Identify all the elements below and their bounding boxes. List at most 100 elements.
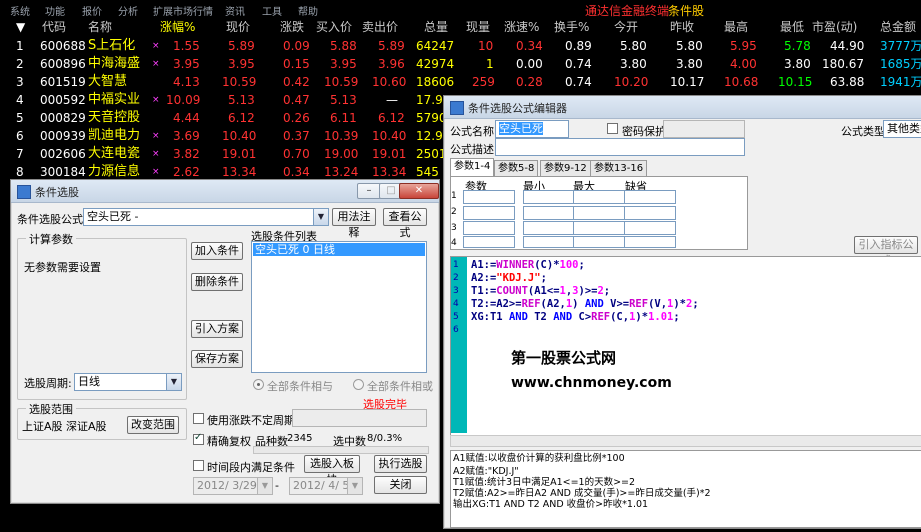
view-formula-button[interactable]: 查看公式 [383,208,427,239]
table-row[interactable]: 2 600896 中海海盛 × 3.95 3.95 0.15 3.95 3.96… [0,55,921,73]
param-cell[interactable] [573,221,625,235]
menu-ext-market[interactable]: 扩展市场行情 [153,3,213,18]
col-name[interactable]: 名称 [88,18,112,36]
editor-titlebar[interactable]: 条件选股公式编辑器 [444,96,921,119]
change-range-button[interactable]: 改变范围 [127,416,179,434]
sort-marker-icon[interactable]: ▼ [16,18,25,36]
row-index: 6 [16,129,24,143]
param-cell[interactable] [463,236,515,248]
table-row[interactable]: 3 601519 大智慧 4.13 10.59 0.42 10.59 10.60… [0,73,921,91]
menu-analysis[interactable]: 分析 [118,3,138,18]
menu-quote[interactable]: 报价 [82,3,102,18]
password-input[interactable] [663,120,745,138]
usage-notes-button[interactable]: 用法注释 [332,208,376,239]
table-row[interactable]: 1 600688 S上石化 × 1.55 5.89 0.09 5.88 5.89… [0,37,921,55]
param-cell[interactable] [573,236,625,248]
col-chg[interactable]: 涨幅% [160,18,195,36]
import-scheme-button[interactable]: 引入方案 [191,320,243,338]
import-indicator-button[interactable]: 引入指标公式 [854,236,918,267]
chevron-down-icon[interactable]: ▼ [347,478,362,494]
formula-type-select[interactable]: 其他类型 [883,120,921,138]
col-pe[interactable]: 市盈(动) [812,18,857,36]
formula-name-input[interactable]: 空头已死 [495,120,569,138]
col-code[interactable]: 代码 [42,18,66,36]
row-prev: 10.17 [670,75,705,89]
menu-tools[interactable]: 工具 [262,3,282,18]
param-cell[interactable] [463,190,515,204]
row-bid: 6.11 [330,111,357,125]
col-cur[interactable]: 现量 [466,18,490,36]
close-button[interactable]: 关闭 [374,476,427,494]
add-condition-button[interactable]: 加入条件 [191,242,243,260]
tab-params-1-4[interactable]: 参数1-4 [450,158,495,176]
param-cell[interactable] [624,190,676,204]
param-cell[interactable] [624,236,676,248]
param-cell[interactable] [523,236,575,248]
date-from-input[interactable]: 2012/ 3/29 ▼ [193,477,273,495]
chevron-down-icon[interactable]: ▼ [313,209,328,225]
col-high[interactable]: 最高 [724,18,748,36]
col-diff[interactable]: 涨跌 [280,18,304,36]
save-scheme-button[interactable]: 保存方案 [191,350,243,368]
col-low[interactable]: 最低 [780,18,804,36]
row-pe: 44.90 [830,39,865,53]
date-to-input[interactable]: 2012/ 4/ 5 ▼ [289,477,363,495]
formula-select[interactable]: 空头已死 - ▼ [83,208,329,226]
minimize-icon[interactable]: – [357,183,381,199]
param-cell[interactable] [624,206,676,220]
run-select-button[interactable]: 执行选股 [374,455,427,473]
tab-params-13-16[interactable]: 参数13-16 [590,160,648,176]
col-speed[interactable]: 涨速% [504,18,539,36]
selector-titlebar[interactable]: 条件选股 – □ ✕ [11,180,439,203]
row-high: 5.95 [730,39,757,53]
param-cell[interactable] [523,206,575,220]
note-line: A1赋值:以收盘价计算的获利盘比例*100 [453,453,625,464]
radio-and[interactable] [253,379,264,390]
condition-list-item[interactable]: 空头已死 0 日线 [253,243,425,256]
col-price[interactable]: 现价 [226,18,250,36]
condition-list[interactable]: 空头已死 0 日线 [251,241,427,373]
menu-news[interactable]: 资讯 [225,3,245,18]
chevron-down-icon[interactable]: ▼ [257,478,272,494]
delete-condition-button[interactable]: 删除条件 [191,273,243,291]
param-cell[interactable] [624,221,676,235]
menu-system[interactable]: 系统 [10,3,30,18]
param-row-num: 3 [451,223,457,233]
time-range-checkbox[interactable] [193,460,204,471]
to-board-button[interactable]: 选股入板块 [304,455,360,486]
cycle-input[interactable] [292,409,427,427]
param-cell[interactable] [573,206,625,220]
param-cell[interactable] [523,221,575,235]
col-prev[interactable]: 昨收 [670,18,694,36]
row-bid: 10.39 [324,129,359,143]
col-bid[interactable]: 买入价 [316,18,352,36]
param-cell[interactable] [573,190,625,204]
code-line-1: A1:=WINNER(C)*100; [471,259,585,271]
chevron-down-icon[interactable]: ▼ [166,374,181,390]
formula-desc-input[interactable] [495,138,745,156]
close-icon[interactable]: ✕ [399,183,439,199]
password-checkbox[interactable] [607,123,618,134]
tab-params-5-8[interactable]: 参数5-8 [494,160,539,176]
col-open[interactable]: 今开 [614,18,638,36]
param-cell[interactable] [463,206,515,220]
col-turn[interactable]: 换手% [554,18,589,36]
param-cell[interactable] [523,190,575,204]
code-hscrollbar[interactable] [450,435,921,447]
code-editor[interactable]: 1 2 3 4 5 6 A1:=WINNER(C)*100; A2:="KDJ.… [450,256,921,436]
col-vol[interactable]: 总量 [424,18,448,36]
use-cycle-checkbox[interactable] [193,413,204,424]
row-turn: 0.74 [565,57,592,71]
tab-params-9-12[interactable]: 参数9-12 [540,160,591,176]
row-pe: 180.67 [822,57,864,71]
radio-or[interactable] [353,379,364,390]
col-amt[interactable]: 总金额 [880,18,916,36]
menu-function[interactable]: 功能 [45,3,65,18]
row-low: 5.78 [784,39,811,53]
precise-adjust-checkbox[interactable] [193,432,204,445]
param-cell[interactable] [463,221,515,235]
col-ask[interactable]: 卖出价 [362,18,398,36]
period-select[interactable]: 日线 ▼ [74,373,182,391]
menu-help[interactable]: 帮助 [298,3,318,18]
row-bid: 5.88 [330,39,357,53]
